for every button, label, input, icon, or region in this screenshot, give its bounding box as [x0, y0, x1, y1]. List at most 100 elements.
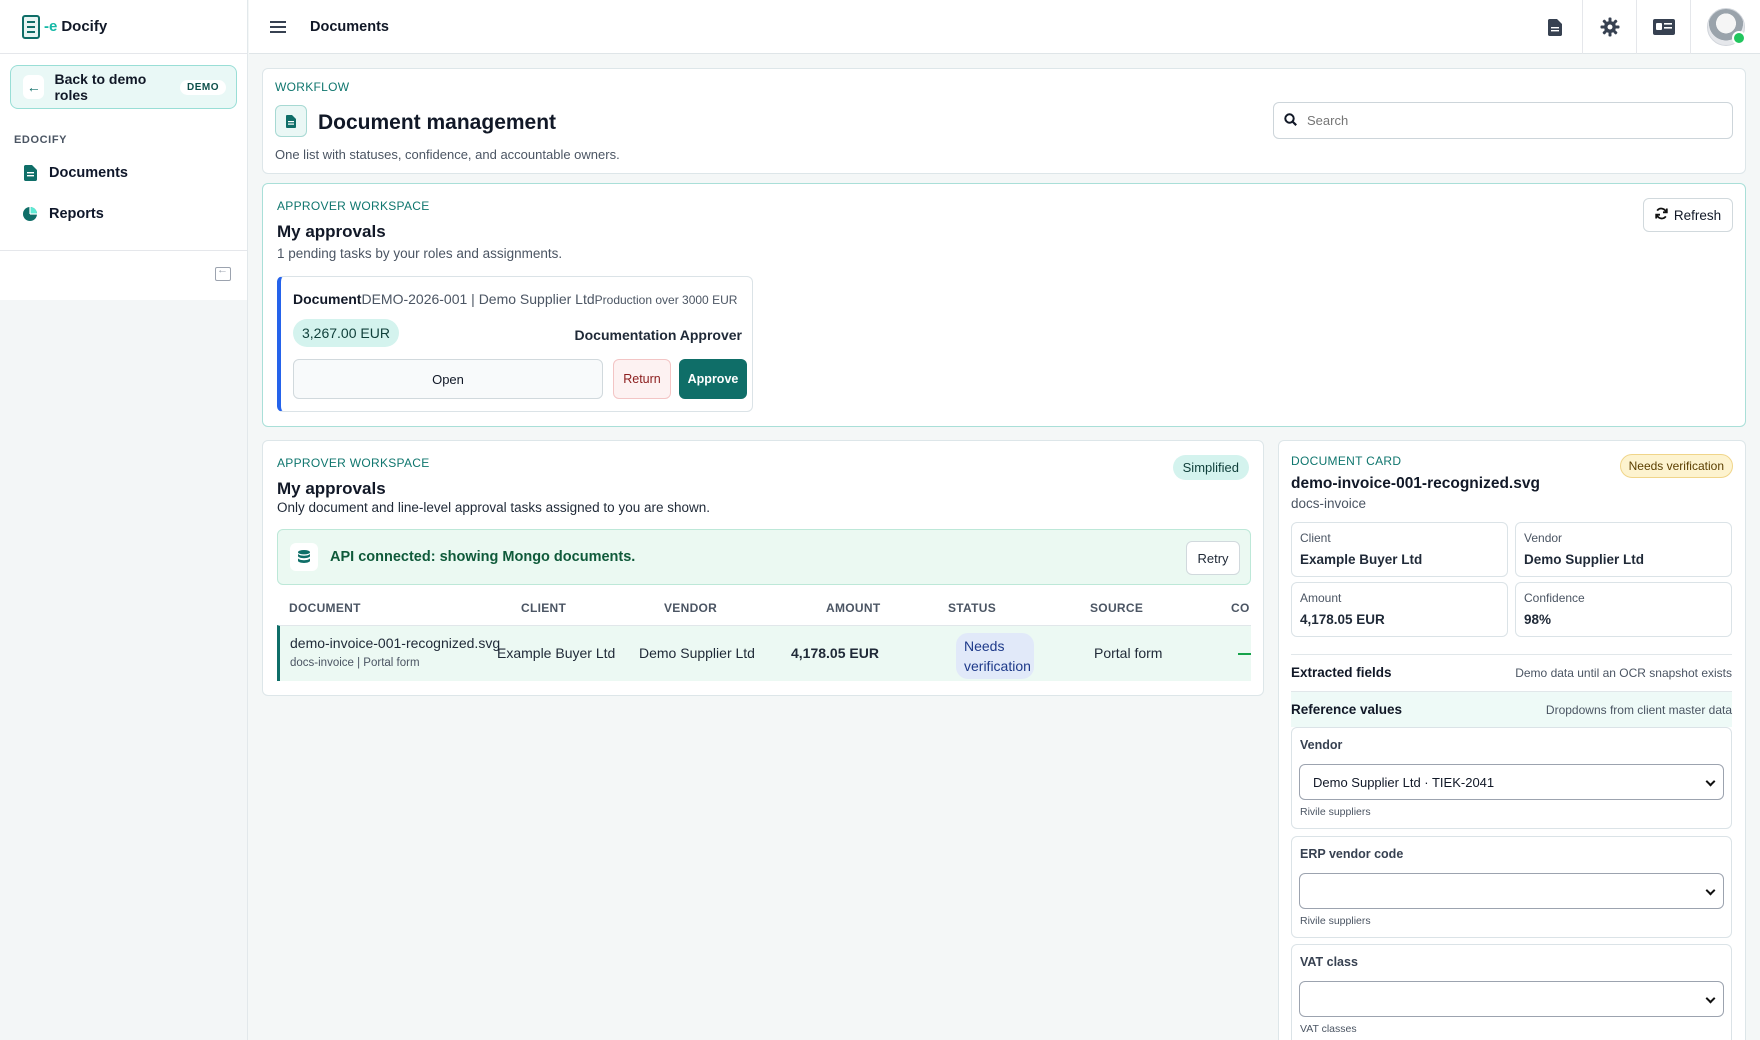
column-header-confidence[interactable]: CO: [1231, 601, 1250, 615]
ref-field-label: Vendor: [1300, 738, 1343, 752]
vendor-select[interactable]: Demo Supplier Ltd · TIEK-2041: [1299, 764, 1724, 800]
brand-logo-icon: [22, 14, 40, 39]
ref-field-vat-class: VAT class VAT classes: [1291, 944, 1732, 1040]
task-heading: DocumentDEMO-2026-001 | Demo Supplier Lt…: [293, 291, 737, 307]
reference-values-section[interactable]: Reference values Dropdowns from client m…: [1291, 691, 1732, 727]
column-header-source[interactable]: SOURCE: [1090, 601, 1143, 615]
list-kicker: APPROVER WORKSPACE: [277, 456, 430, 470]
column-header-status[interactable]: STATUS: [948, 601, 996, 615]
row-client: Example Buyer Ltd: [497, 645, 616, 661]
list-title: My approvals: [277, 479, 386, 498]
collapse-sidebar-icon[interactable]: [215, 264, 231, 281]
sidebar-empty-area: [0, 300, 247, 1040]
document-card-panel: DOCUMENT CARD Needs verification demo-in…: [1278, 440, 1746, 1040]
approvals-panel: APPROVER WORKSPACE My approvals 1 pendin…: [262, 183, 1746, 427]
field-value: 98%: [1524, 612, 1552, 627]
approve-button[interactable]: Approve: [679, 359, 747, 399]
task-type: Document: [293, 291, 362, 307]
api-status-bar: API connected: showing Mongo documents. …: [277, 529, 1251, 585]
field-confidence: Confidence 98%: [1515, 582, 1732, 637]
search-input[interactable]: [1307, 113, 1707, 128]
brand-prefix: -e: [44, 18, 58, 35]
field-client: Client Example Buyer Ltd: [1291, 522, 1508, 577]
list-subtitle: Only document and line-level approval ta…: [277, 500, 710, 515]
ref-field-vendor: Vendor Demo Supplier Ltd · TIEK-2041 Riv…: [1291, 727, 1732, 829]
user-menu[interactable]: [1690, 0, 1760, 54]
nav-section-title: EDOCIFY: [14, 134, 68, 146]
section-title: Reference values: [1291, 702, 1403, 717]
document-icon: [22, 165, 38, 181]
sidebar-item-label: Documents: [49, 165, 128, 181]
status-badge: Needs verification: [1619, 454, 1733, 478]
return-button[interactable]: Return: [613, 359, 671, 399]
retry-button[interactable]: Retry: [1186, 541, 1240, 575]
pie-chart-icon: [22, 206, 38, 222]
approval-task-card: DocumentDEMO-2026-001 | Demo Supplier Lt…: [277, 276, 753, 412]
field-label: Client: [1300, 531, 1331, 545]
arrow-left-icon: ←: [23, 75, 45, 99]
erp-vendor-code-select[interactable]: [1299, 873, 1724, 909]
open-button[interactable]: Open: [293, 359, 603, 399]
section-title: Extracted fields: [1291, 665, 1392, 680]
field-value: Demo Supplier Ltd: [1524, 552, 1645, 567]
search-icon: [1284, 112, 1297, 129]
workflow-kicker: WORKFLOW: [275, 80, 350, 94]
search-box[interactable]: [1273, 102, 1733, 139]
row-document-name: demo-invoice-001-recognized.svg: [290, 635, 501, 651]
avatar: [1706, 8, 1746, 46]
topbar: Documents: [249, 0, 1760, 54]
brand-logo-area[interactable]: -e Docify: [0, 0, 247, 54]
row-confidence-indicator: [1238, 653, 1251, 655]
brand-name: Docify: [61, 18, 108, 35]
section-note: Dropdowns from client master data: [1545, 702, 1732, 717]
column-header-amount[interactable]: AMOUNT: [826, 601, 880, 615]
page-title: Documents: [310, 18, 389, 35]
task-role: Documentation Approver: [574, 327, 743, 343]
task-document-ref[interactable]: DEMO-2026-001 | Demo Supplier Ltd: [361, 291, 594, 307]
field-vendor: Vendor Demo Supplier Ltd: [1515, 522, 1732, 577]
document-icon: [275, 105, 307, 137]
ref-field-erp-vendor-code: ERP vendor code Rivile suppliers: [1291, 836, 1732, 938]
workflow-header: WORKFLOW Document management One list wi…: [262, 68, 1746, 174]
ref-field-source: VAT classes: [1300, 1023, 1357, 1035]
gear-icon[interactable]: [1582, 0, 1636, 54]
approvals-subtitle: 1 pending tasks by your roles and assign…: [277, 246, 563, 261]
column-header-document[interactable]: DOCUMENT: [289, 601, 361, 615]
column-header-client[interactable]: CLIENT: [521, 601, 566, 615]
row-document-meta: docs-invoice | Portal form: [290, 657, 420, 669]
status-badge: Needs verification: [956, 633, 1034, 679]
row-source: Portal form: [1094, 645, 1163, 661]
document-list-panel: APPROVER WORKSPACE My approvals Only doc…: [262, 440, 1264, 696]
refresh-button[interactable]: Refresh: [1643, 198, 1733, 232]
table-row[interactable]: demo-invoice-001-recognized.svg docs-inv…: [277, 625, 1251, 681]
extracted-fields-section[interactable]: Extracted fields Demo data until an OCR …: [1291, 654, 1732, 690]
refresh-label: Refresh: [1673, 207, 1722, 223]
section-note: Demo data until an OCR snapshot exists: [1515, 665, 1732, 680]
menu-icon[interactable]: [270, 20, 288, 34]
task-note: Production over 3000 EUR: [594, 293, 738, 307]
field-value: 4,178.05 EUR: [1300, 612, 1385, 627]
ref-field-source: Rivile suppliers: [1300, 915, 1371, 927]
ref-field-label: ERP vendor code: [1300, 847, 1404, 861]
field-label: Confidence: [1524, 591, 1585, 605]
sidebar-item-documents[interactable]: Documents: [22, 165, 128, 181]
sidebar-item-reports[interactable]: Reports: [22, 206, 104, 222]
database-icon: [290, 543, 318, 571]
document-card-kicker: DOCUMENT CARD: [1291, 454, 1402, 468]
workflow-subtitle: One list with statuses, confidence, and …: [275, 147, 620, 162]
row-amount: 4,178.05 EUR: [791, 645, 879, 661]
view-mode-badge[interactable]: Simplified: [1172, 455, 1249, 480]
document-icon[interactable]: [1528, 0, 1582, 54]
approvals-kicker: APPROVER WORKSPACE: [277, 199, 430, 213]
demo-badge: DEMO: [180, 79, 226, 95]
id-card-icon[interactable]: [1636, 0, 1690, 54]
column-header-vendor[interactable]: VENDOR: [664, 601, 717, 615]
vat-class-select[interactable]: [1299, 981, 1724, 1017]
field-label: Vendor: [1524, 531, 1563, 545]
task-amount-badge: 3,267.00 EUR: [293, 319, 399, 347]
sidebar-item-label: Reports: [49, 206, 104, 222]
back-to-demo-roles-button[interactable]: ← Back to demo roles DEMO: [10, 65, 237, 109]
approvals-title: My approvals: [277, 222, 386, 241]
refresh-icon: [1655, 207, 1668, 223]
field-amount: Amount 4,178.05 EUR: [1291, 582, 1508, 637]
